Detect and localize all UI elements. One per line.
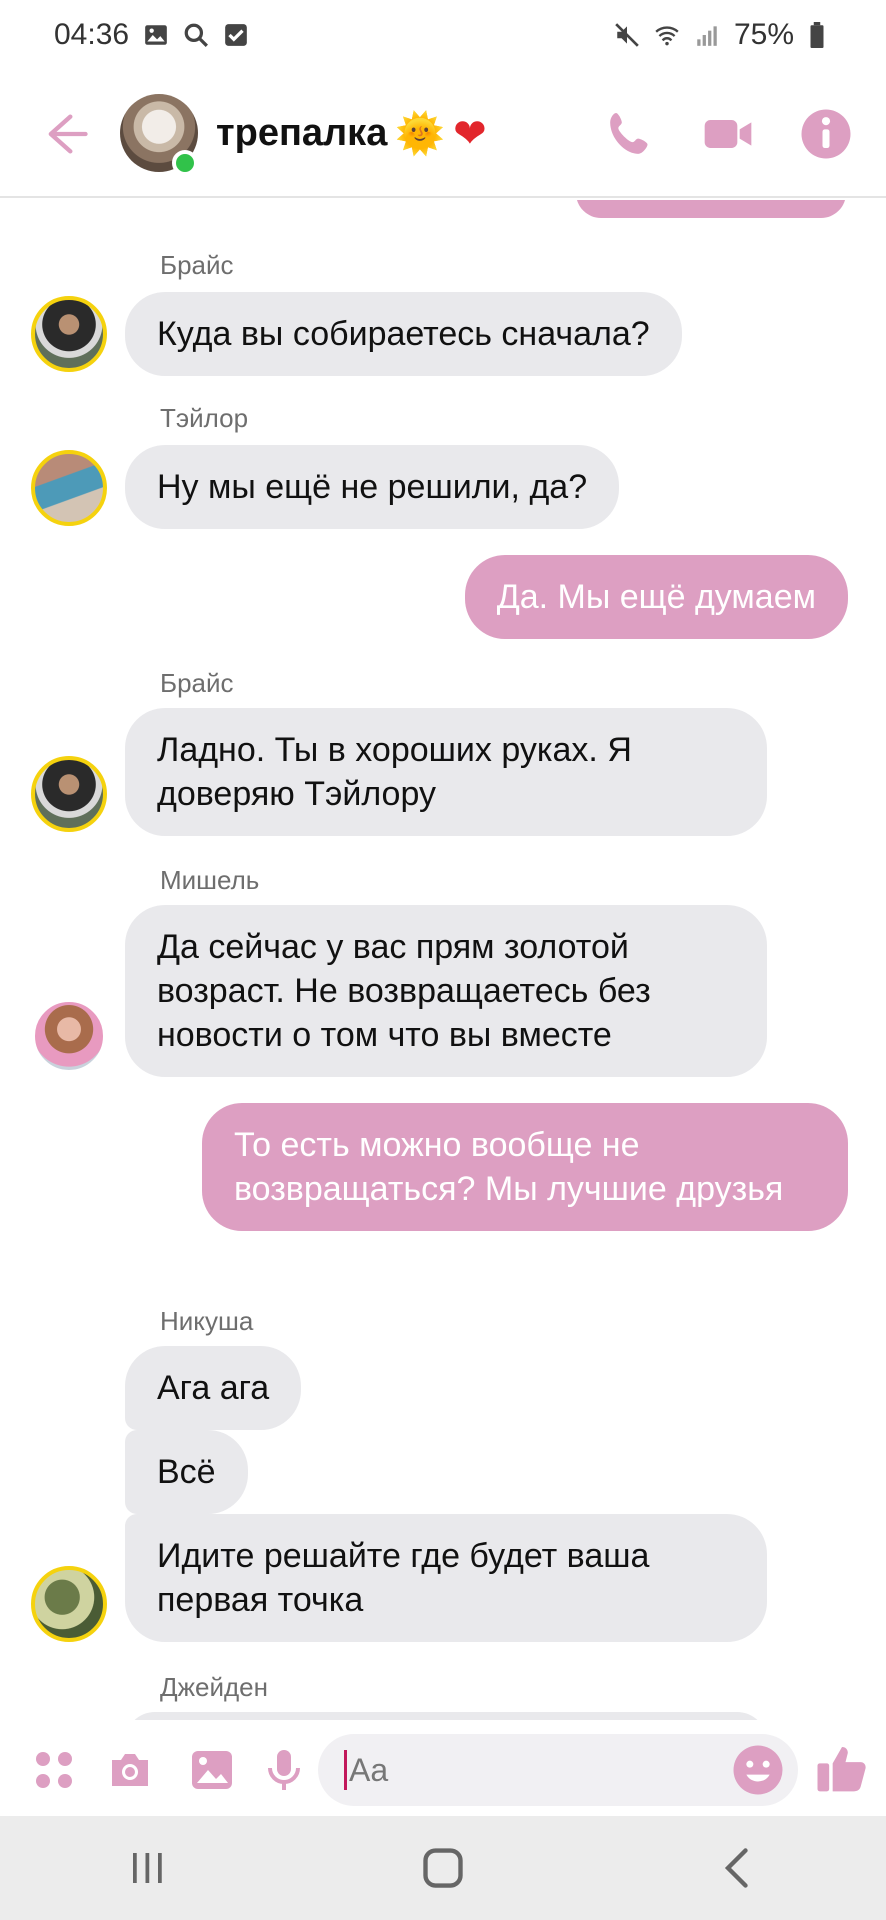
avatar[interactable] [31, 998, 107, 1074]
sender-name: Тэйлор [160, 403, 249, 433]
back-arrow-icon[interactable] [40, 108, 92, 160]
sender-name: Мишель [160, 865, 260, 895]
avatar[interactable] [31, 756, 107, 832]
chat-title[interactable]: трепалка 🌞 ❤ [216, 110, 487, 157]
status-left: 04:36 [54, 18, 249, 52]
header-actions [602, 106, 854, 162]
camera-icon[interactable] [106, 1746, 154, 1794]
message-bubble-incoming[interactable]: Ладно. Ты в хороших руках. Я доверяю Тэй… [125, 708, 767, 836]
status-bar: 04:36 75% [0, 0, 886, 70]
sender-name: Брайс [160, 668, 234, 698]
battery-percent: 75% [733, 18, 794, 51]
thumbs-up-icon[interactable] [814, 1740, 870, 1796]
partial-outgoing-bubble [576, 200, 846, 218]
message-bubble-incoming[interactable]: Идите решайте где будет ваша первая точк… [125, 1514, 767, 1642]
back-icon[interactable] [708, 1838, 768, 1898]
recent-apps-icon[interactable] [118, 1838, 178, 1898]
chat-title-text: трепалка [216, 112, 388, 154]
search-icon [184, 23, 209, 47]
message-bubble-incoming[interactable]: Ну мы ещё не решили, да? [125, 445, 620, 529]
message-bubble-incoming[interactable]: Ага ага [125, 1346, 302, 1430]
phone-call-icon[interactable] [602, 106, 658, 162]
video-call-icon[interactable] [700, 106, 756, 162]
sender-name: Никуша [160, 1306, 254, 1336]
message-bubble-incoming[interactable]: Куда вы собираетесь сначала? [125, 292, 682, 376]
message-bubble-outgoing[interactable]: Да. Мы ещё думаем [464, 555, 848, 639]
message-list[interactable]: Брайс Куда вы собираетесь сначала? Тэйло… [0, 200, 886, 1730]
gallery-icon[interactable] [188, 1746, 236, 1794]
battery-icon [810, 22, 824, 48]
message-bubble-incoming[interactable]: Да сейчас у вас прям золотой возраст. Не… [125, 905, 767, 1077]
avatar[interactable] [31, 1566, 107, 1642]
message-composer: Aa [0, 1720, 886, 1820]
status-time: 04:36 [54, 18, 130, 51]
emoji-icon[interactable] [730, 1742, 786, 1798]
gallery-icon [145, 25, 167, 45]
text-caret [344, 1750, 347, 1790]
home-icon[interactable] [413, 1838, 473, 1898]
info-icon[interactable] [798, 106, 854, 162]
avatar[interactable] [31, 296, 107, 372]
system-nav-bar [0, 1816, 886, 1920]
online-indicator [172, 150, 198, 176]
heart-emoji-icon: ❤ [453, 111, 487, 156]
signal-icon [697, 26, 717, 46]
status-right: 75% [614, 18, 826, 52]
message-bubble-incoming[interactable]: Всё [125, 1430, 248, 1514]
wifi-icon [655, 26, 679, 46]
microphone-icon[interactable] [260, 1746, 308, 1794]
sender-name: Брайс [160, 250, 234, 280]
apps-grid-icon[interactable] [30, 1746, 78, 1794]
chat-header: трепалка 🌞 ❤ [0, 70, 886, 198]
avatar[interactable] [31, 450, 107, 526]
message-bubble-outgoing[interactable]: То есть можно вообще не возвращаться? Мы… [202, 1103, 848, 1231]
message-input-placeholder: Aa [349, 1751, 389, 1788]
message-input[interactable]: Aa [318, 1734, 798, 1806]
sun-emoji-icon: 🌞 [395, 112, 446, 156]
mute-icon [615, 23, 639, 47]
sender-name: Джейден [160, 1672, 268, 1702]
checkbox-icon [225, 24, 247, 46]
